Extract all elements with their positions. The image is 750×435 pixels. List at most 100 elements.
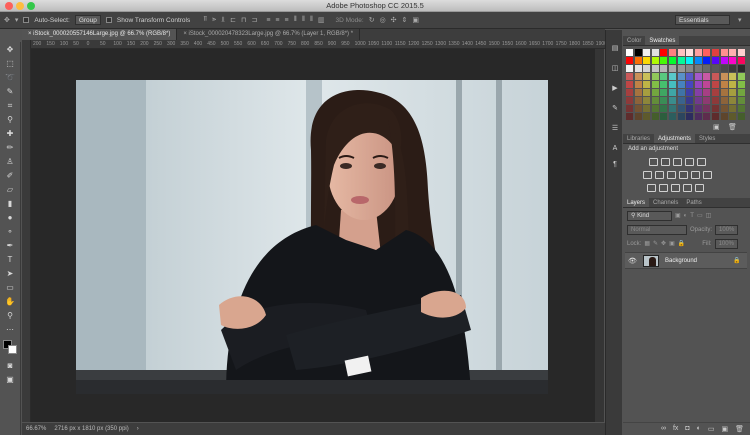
swatch[interactable] bbox=[660, 81, 668, 88]
marquee-tool-icon[interactable]: ⬚ bbox=[3, 58, 17, 70]
layer-style-fx-icon[interactable]: fx bbox=[673, 425, 678, 432]
swatch[interactable] bbox=[643, 81, 651, 88]
swatch[interactable] bbox=[720, 65, 728, 72]
swatch[interactable] bbox=[651, 57, 659, 64]
adjust-sliders-icon[interactable]: ☰ bbox=[610, 124, 620, 134]
path-select-tool-icon[interactable]: ➤ bbox=[3, 268, 17, 280]
workspace-chevron-icon[interactable]: ▾ bbox=[738, 16, 742, 24]
threshold-adjustment-icon[interactable] bbox=[671, 184, 680, 192]
fill-field[interactable]: 100% bbox=[714, 238, 738, 249]
channel-mixer-adjustment-icon[interactable] bbox=[691, 171, 700, 179]
dodge-tool-icon[interactable]: ⚬ bbox=[3, 226, 17, 238]
opacity-field[interactable]: 100% bbox=[715, 224, 739, 235]
swatch[interactable] bbox=[626, 65, 633, 72]
lasso-tool-icon[interactable]: ➰ bbox=[3, 72, 17, 84]
align-vcenter-icon[interactable]: ⫸ bbox=[212, 16, 216, 24]
layer-filter-dropdown[interactable]: ⚲ Kind bbox=[627, 210, 672, 221]
color-balance-adjustment-icon[interactable] bbox=[655, 171, 664, 179]
swatch[interactable] bbox=[686, 97, 694, 104]
tab-color[interactable]: Color bbox=[623, 36, 645, 45]
lock-all-icon[interactable]: 🔒 bbox=[678, 240, 685, 247]
swatch[interactable] bbox=[737, 97, 745, 104]
add-mask-icon[interactable]: ◘ bbox=[685, 425, 689, 432]
swatch[interactable] bbox=[626, 57, 633, 64]
tool-preset-chevron-icon[interactable]: ▾ bbox=[15, 16, 19, 24]
swatch[interactable] bbox=[737, 49, 745, 56]
tab-swatches[interactable]: Swatches bbox=[645, 36, 680, 45]
healing-brush-tool-icon[interactable]: ✚ bbox=[3, 128, 17, 140]
swatch[interactable] bbox=[643, 105, 651, 112]
swatch[interactable] bbox=[712, 49, 719, 56]
new-group-icon[interactable]: ▭ bbox=[708, 425, 715, 433]
swatch[interactable] bbox=[729, 65, 737, 72]
quick-select-tool-icon[interactable]: ✎ bbox=[3, 86, 17, 98]
levels-adjustment-icon[interactable] bbox=[661, 158, 670, 166]
swatch[interactable] bbox=[669, 89, 676, 96]
swatch[interactable] bbox=[712, 89, 719, 96]
color-lookup-adjustment-icon[interactable] bbox=[703, 171, 712, 179]
screen-mode-icon[interactable]: ▣ bbox=[3, 374, 17, 386]
swatch[interactable] bbox=[634, 89, 642, 96]
quick-mask-icon[interactable]: ◙ bbox=[3, 360, 17, 372]
swatch[interactable] bbox=[677, 65, 685, 72]
lock-pixels-icon[interactable]: ✎ bbox=[653, 240, 658, 247]
workspace-dropdown[interactable]: Essentials bbox=[675, 15, 730, 25]
exposure-adjustment-icon[interactable] bbox=[685, 158, 694, 166]
swatch[interactable] bbox=[660, 89, 668, 96]
swatch[interactable] bbox=[634, 113, 642, 120]
swatch[interactable] bbox=[712, 105, 719, 112]
tab-libraries[interactable]: Libraries bbox=[623, 134, 654, 143]
hue-sat-adjustment-icon[interactable] bbox=[643, 171, 652, 179]
filter-shape-icon[interactable]: ▭ bbox=[697, 212, 703, 219]
swatch[interactable] bbox=[694, 49, 702, 56]
swatch[interactable] bbox=[626, 105, 633, 112]
swatch[interactable] bbox=[712, 73, 719, 80]
link-layers-icon[interactable]: ∞ bbox=[661, 425, 666, 432]
swatch[interactable] bbox=[669, 57, 676, 64]
swatch[interactable] bbox=[660, 97, 668, 104]
swatch[interactable] bbox=[686, 89, 694, 96]
swatch[interactable] bbox=[643, 57, 651, 64]
layer-row[interactable]: 👁 Background 🔒 bbox=[625, 252, 747, 269]
swatch[interactable] bbox=[729, 57, 737, 64]
delete-swatch-icon[interactable]: 🗑 bbox=[728, 123, 737, 131]
swatch[interactable] bbox=[729, 89, 737, 96]
lock-position-icon[interactable]: ✥ bbox=[661, 240, 666, 247]
swatch[interactable] bbox=[677, 49, 685, 56]
swatch[interactable] bbox=[660, 65, 668, 72]
clone-stamp-tool-icon[interactable]: ♙ bbox=[3, 156, 17, 168]
eraser-tool-icon[interactable]: ▱ bbox=[3, 184, 17, 196]
doc-info-chevron-icon[interactable]: › bbox=[137, 426, 139, 432]
auto-select-checkbox[interactable] bbox=[23, 17, 30, 23]
swatch[interactable] bbox=[651, 73, 659, 80]
swatch[interactable] bbox=[720, 113, 728, 120]
swatch[interactable] bbox=[669, 65, 676, 72]
swatch[interactable] bbox=[720, 49, 728, 56]
swatch[interactable] bbox=[729, 105, 737, 112]
blur-tool-icon[interactable]: ● bbox=[3, 212, 17, 224]
swatch[interactable] bbox=[643, 73, 651, 80]
swatch[interactable] bbox=[686, 73, 694, 80]
swatch[interactable] bbox=[677, 113, 685, 120]
document-image[interactable] bbox=[76, 80, 548, 394]
swatch[interactable] bbox=[703, 81, 711, 88]
filter-pixel-icon[interactable]: ▣ bbox=[675, 212, 681, 219]
swatch[interactable] bbox=[703, 105, 711, 112]
swatch[interactable] bbox=[712, 113, 719, 120]
align-bottom-icon[interactable]: ⫫ bbox=[221, 16, 225, 24]
vibrance-adjustment-icon[interactable] bbox=[697, 158, 706, 166]
swatch[interactable] bbox=[669, 49, 676, 56]
curves-adjustment-icon[interactable] bbox=[673, 158, 682, 166]
black-white-adjustment-icon[interactable] bbox=[667, 171, 676, 179]
zoom-tool-icon[interactable]: ⚲ bbox=[3, 310, 17, 322]
swatch[interactable] bbox=[737, 81, 745, 88]
swatch[interactable] bbox=[626, 81, 633, 88]
transform-controls-checkbox[interactable] bbox=[105, 17, 112, 23]
document-tab-active[interactable]: × iStock_000020557146Large.jpg @ 66.7% (… bbox=[22, 29, 178, 40]
tab-paths[interactable]: Paths bbox=[682, 198, 705, 207]
swatch[interactable] bbox=[737, 113, 745, 120]
swatch[interactable] bbox=[694, 57, 702, 64]
lock-artboard-icon[interactable]: ▣ bbox=[669, 240, 675, 247]
history-brush-tool-icon[interactable]: ✐ bbox=[3, 170, 17, 182]
swatch[interactable] bbox=[643, 113, 651, 120]
